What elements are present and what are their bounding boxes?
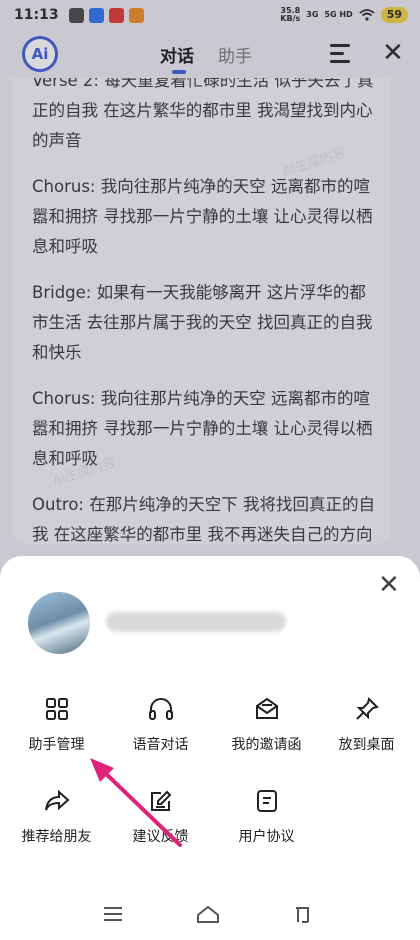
- menu-item-label: 我的邀请函: [231, 737, 302, 753]
- menu-item-my-invitation[interactable]: 我的邀请函: [214, 694, 319, 754]
- share-icon: [44, 789, 70, 811]
- recent-apps-icon[interactable]: [102, 904, 124, 924]
- headphones-icon: [148, 698, 173, 720]
- username-blurred: [106, 612, 286, 632]
- menu-item-assistant-management[interactable]: 助手管理: [4, 694, 109, 754]
- menu-item-label: 建议反馈: [132, 829, 189, 845]
- invitation-icon: [255, 697, 278, 719]
- home-icon[interactable]: [196, 904, 220, 926]
- system-nav-bar: [0, 896, 420, 940]
- back-icon[interactable]: [292, 904, 314, 926]
- sheet-close-icon[interactable]: ✕: [378, 570, 400, 600]
- menu-item-label: 推荐给朋友: [21, 829, 92, 845]
- menu-item-user-agreement[interactable]: 用户协议: [214, 786, 319, 846]
- grid-icon: [45, 698, 68, 720]
- menu-item-label: 放到桌面: [338, 737, 395, 753]
- menu-item-label: 助手管理: [28, 737, 85, 753]
- feedback-icon: [150, 790, 171, 811]
- menu-item-recommend-to-friend[interactable]: 推荐给朋友: [4, 786, 109, 846]
- menu-item-label: 用户协议: [238, 829, 295, 845]
- pin-icon: [355, 697, 379, 720]
- menu-item-feedback[interactable]: 建议反馈: [108, 786, 213, 846]
- menu-item-voice-chat[interactable]: 语音对话: [108, 694, 213, 754]
- menu-item-label: 语音对话: [132, 737, 189, 753]
- avatar[interactable]: [28, 592, 90, 654]
- agreement-icon: [256, 790, 277, 812]
- bottom-sheet: ✕ 助手管理 语音对话 我的邀请函 放到桌面 推荐给朋友 建议反馈 用户协议: [0, 556, 420, 940]
- menu-item-add-to-desktop[interactable]: 放到桌面: [314, 694, 419, 754]
